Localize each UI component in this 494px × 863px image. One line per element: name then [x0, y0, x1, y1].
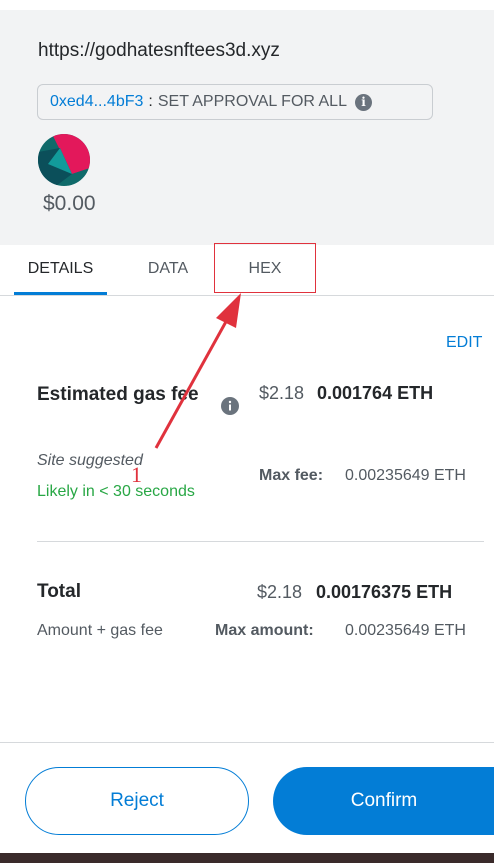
gas-info-icon[interactable]: [221, 397, 239, 415]
confirm-button[interactable]: Confirm: [273, 767, 494, 835]
reject-button[interactable]: Reject: [25, 767, 249, 835]
bottom-strip: [0, 853, 494, 863]
gas-fee-eth: 0.001764 ETH: [317, 383, 434, 403]
approval-separator: :: [148, 93, 153, 110]
total-usd: $2.18: [257, 582, 303, 602]
asset-avatar-icon: [38, 134, 90, 186]
max-amount-label: Max amount:: [215, 622, 314, 639]
max-fee-value: 0.00235649 ETH: [345, 467, 466, 484]
annotation-number: 1: [131, 462, 142, 487]
gas-timing-estimate: Likely in < 30 seconds: [37, 483, 195, 500]
gas-fee-usd: $2.18: [259, 383, 305, 403]
contract-address-link[interactable]: 0xed4...4bF3: [50, 93, 143, 111]
estimated-gas-fee-label: Estimated gas fee: [37, 384, 199, 405]
edit-gas-button[interactable]: EDIT: [446, 334, 482, 352]
max-amount-value: 0.00235649 ETH: [345, 622, 466, 639]
transaction-header: https://godhatesnftees3d.xyz 0xed4...4bF…: [0, 10, 494, 245]
hex-tab-highlight: [214, 243, 316, 293]
tab-details[interactable]: DETAILS: [14, 245, 107, 295]
total-eth: 0.00176375 ETH: [316, 582, 453, 602]
tab-data[interactable]: DATA: [124, 245, 212, 295]
site-origin: https://godhatesnftees3d.xyz: [38, 40, 280, 61]
approval-method-pill[interactable]: 0xed4...4bF3 : SET APPROVAL FOR ALL i: [37, 84, 433, 120]
max-fee-label: Max fee:: [259, 467, 324, 484]
amount-plus-gas-label: Amount + gas fee: [37, 622, 163, 639]
info-icon[interactable]: i: [354, 93, 372, 111]
approval-method-label: SET APPROVAL FOR ALL: [157, 93, 347, 110]
site-suggested-label: Site suggested: [37, 452, 143, 469]
asset-value: $0.00: [43, 192, 96, 215]
footer-divider: [0, 742, 494, 743]
total-label: Total: [37, 581, 81, 602]
section-divider: [37, 541, 484, 542]
